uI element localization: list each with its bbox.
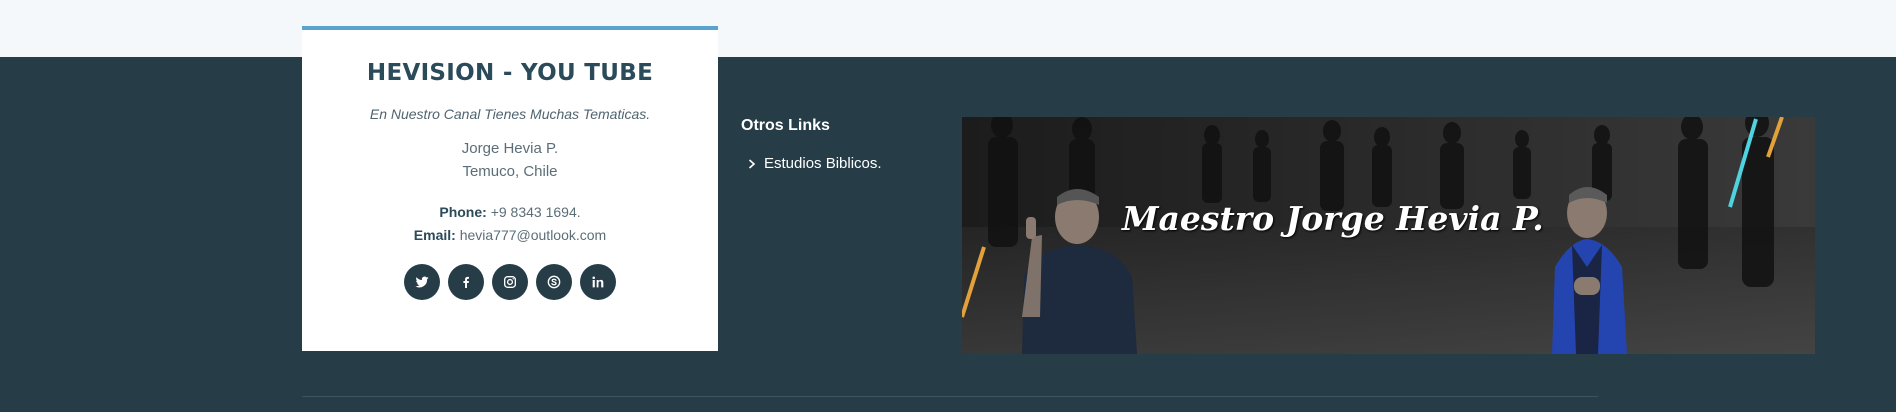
facebook-icon xyxy=(463,276,469,288)
card-title: HEVISION - YOU TUBE xyxy=(366,60,654,86)
facebook-link[interactable] xyxy=(448,264,484,300)
skype-icon xyxy=(547,275,561,289)
card-subtitle: En Nuestro Canal Tienes Muchas Tematicas… xyxy=(369,106,651,122)
other-links: Otros Links Estudios Biblicos. xyxy=(741,117,941,172)
link-label: Estudios Biblicos. xyxy=(764,155,882,172)
links-title: Otros Links xyxy=(741,117,830,134)
footer-divider xyxy=(302,396,1598,397)
contact-email: Email: hevia777@outlook.com xyxy=(302,227,718,243)
chevron-right-icon xyxy=(748,158,756,169)
phone-label: Phone: xyxy=(439,204,487,220)
email-value[interactable]: hevia777@outlook.com xyxy=(460,227,607,243)
banner-title: Maestro Jorge Hevia P. xyxy=(1122,199,1544,238)
contact-card: HEVISION - YOU TUBE En Nuestro Canal Tie… xyxy=(302,26,718,351)
social-links xyxy=(302,264,718,300)
linkedin-icon xyxy=(592,276,604,288)
skype-link[interactable] xyxy=(536,264,572,300)
contact-city: Temuco, Chile xyxy=(462,163,558,180)
twitter-link[interactable] xyxy=(404,264,440,300)
contact-name: Jorge Hevia P. xyxy=(461,140,559,157)
phone-value: +9 8343 1694. xyxy=(490,204,581,220)
email-label: Email: xyxy=(413,227,456,243)
instagram-link[interactable] xyxy=(492,264,528,300)
linkedin-link[interactable] xyxy=(580,264,616,300)
top-strip xyxy=(0,0,1896,57)
twitter-icon xyxy=(415,276,429,288)
channel-banner: Maestro Jorge Hevia P. xyxy=(962,117,1815,354)
instagram-icon xyxy=(504,276,516,288)
contact-phone: Phone: +9 8343 1694. xyxy=(302,204,718,220)
link-estudios-biblicos[interactable]: Estudios Biblicos. xyxy=(741,155,941,172)
